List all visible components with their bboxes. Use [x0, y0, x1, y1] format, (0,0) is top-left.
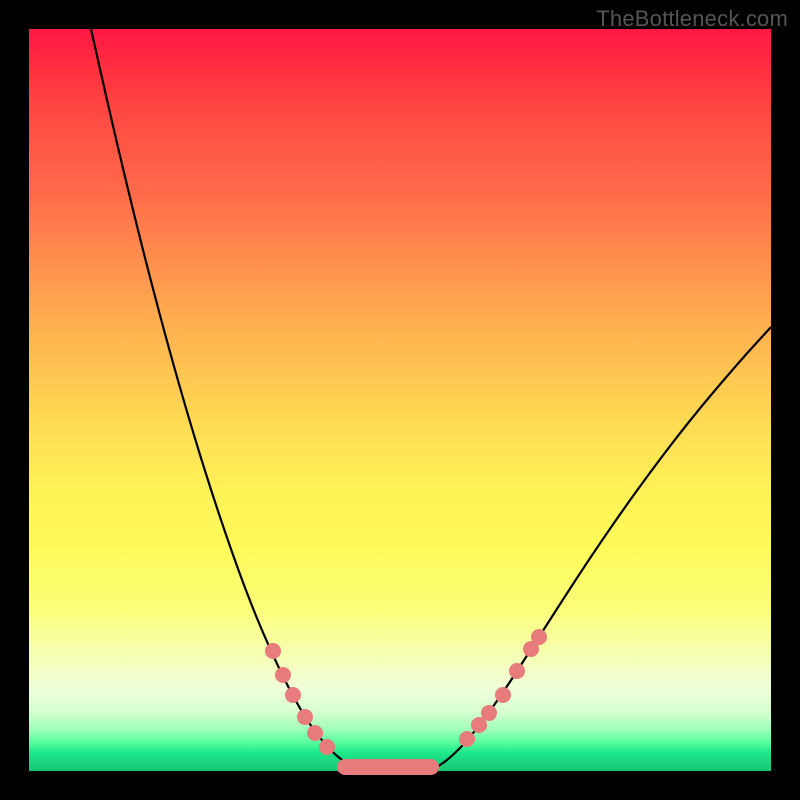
data-marker [265, 643, 281, 659]
data-marker [481, 705, 497, 721]
data-marker [297, 709, 313, 725]
data-marker [531, 629, 547, 645]
data-marker [509, 663, 525, 679]
watermark-text: TheBottleneck.com [596, 6, 788, 32]
data-marker [307, 725, 323, 741]
data-marker [459, 731, 475, 747]
data-marker [275, 667, 291, 683]
data-marker [495, 687, 511, 703]
data-markers [265, 629, 547, 755]
chart-frame: TheBottleneck.com [0, 0, 800, 800]
data-marker [319, 739, 335, 755]
data-marker [285, 687, 301, 703]
plot-area [29, 29, 771, 771]
chart-svg [29, 29, 771, 771]
bottleneck-curve [91, 29, 771, 769]
